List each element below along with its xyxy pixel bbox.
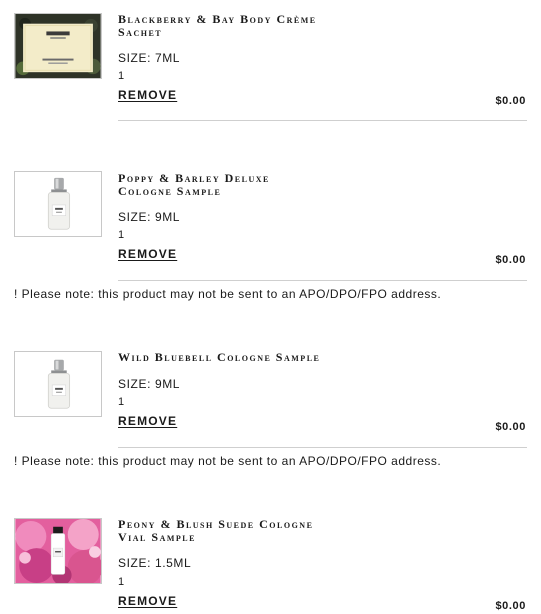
remove-button[interactable]: REMOVE xyxy=(118,594,177,608)
product-name-line1: Wild Bluebell Cologne Sample xyxy=(118,350,321,364)
product-thumbnail[interactable] xyxy=(14,518,102,584)
product-name[interactable]: Peony & Blush Suede Cologne Vial Sample xyxy=(118,518,408,544)
product-name[interactable]: Blackberry & Bay Body Crème Sachet xyxy=(118,13,408,39)
product-price: $0.00 xyxy=(495,600,526,612)
product-name-line2: Vial Sample xyxy=(118,530,196,544)
product-size: SIZE: 7ML xyxy=(118,51,181,65)
shipping-note: ! Please note: this product may not be s… xyxy=(14,287,442,301)
product-quantity: 1 xyxy=(118,576,125,588)
product-thumbnail[interactable] xyxy=(14,171,102,237)
product-name[interactable]: Poppy & Barley Deluxe Cologne Sample xyxy=(118,172,408,198)
shipping-note: ! Please note: this product may not be s… xyxy=(14,454,442,468)
product-price: $0.00 xyxy=(495,421,526,433)
peony-vial-image xyxy=(15,519,101,583)
divider xyxy=(118,280,527,281)
remove-button[interactable]: REMOVE xyxy=(118,247,177,261)
remove-button[interactable]: REMOVE xyxy=(118,88,177,102)
product-size: SIZE: 9ML xyxy=(118,210,181,224)
remove-button[interactable]: REMOVE xyxy=(118,414,177,428)
sachet-image xyxy=(15,14,101,78)
cologne-bottle-image xyxy=(15,172,101,236)
divider xyxy=(118,447,527,448)
product-quantity: 1 xyxy=(118,396,125,408)
product-name[interactable]: Wild Bluebell Cologne Sample xyxy=(118,351,408,364)
product-price: $0.00 xyxy=(495,254,526,266)
product-thumbnail[interactable] xyxy=(14,351,102,417)
product-name-line2: Cologne Sample xyxy=(118,184,222,198)
product-name-line2: Sachet xyxy=(118,25,163,39)
divider xyxy=(118,120,527,121)
product-thumbnail[interactable] xyxy=(14,13,102,79)
cologne-bottle-image xyxy=(15,352,101,416)
product-size: SIZE: 9ML xyxy=(118,377,181,391)
product-quantity: 1 xyxy=(118,229,125,241)
product-size: SIZE: 1.5ML xyxy=(118,556,192,570)
product-quantity: 1 xyxy=(118,70,125,82)
product-price: $0.00 xyxy=(495,95,526,107)
